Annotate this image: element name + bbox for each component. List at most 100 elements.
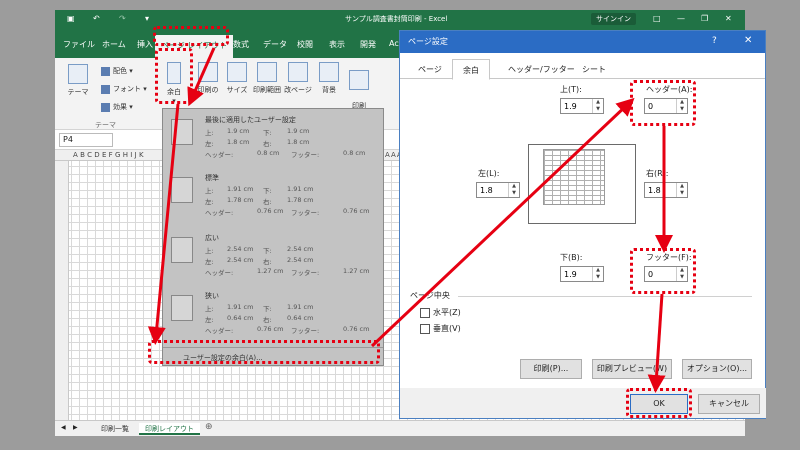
quick-access-icon[interactable]: ▾: [145, 14, 149, 23]
margin-option-normal[interactable]: 標準 上: 1.91 cm 下: 1.91 cm 左: 1.78 cm 右: 1.78 …: [163, 169, 383, 225]
print-area-button[interactable]: 印刷範囲: [251, 62, 283, 95]
tab-sheet[interactable]: シート: [572, 62, 616, 79]
margin-preview-icon: [171, 119, 193, 145]
spinner-arrows[interactable]: ▲ ▼: [508, 183, 519, 197]
footer-margin-input[interactable]: [645, 267, 677, 281]
vertical-checkbox[interactable]: [420, 324, 430, 334]
header-margin-input[interactable]: [645, 99, 677, 113]
close-window-icon[interactable]: ✕: [725, 14, 732, 23]
window-title: サンプル調査書封筒印刷 - Excel: [345, 15, 448, 23]
spinner-arrows[interactable]: ▲ ▼: [592, 267, 603, 281]
tab-margins[interactable]: 余白: [452, 59, 490, 80]
sheet-tab-print-list[interactable]: 印刷一覧: [95, 423, 135, 435]
breaks-icon: [288, 62, 308, 82]
spinner-arrows[interactable]: ▲ ▼: [676, 99, 687, 113]
excel-title-bar: ▣ ↶ ↷ ▾ サンプル調査書封筒印刷 - Excel サインイン □ — ❐ …: [55, 10, 745, 31]
size-button[interactable]: サイズ: [223, 62, 251, 95]
row-headers: [55, 161, 69, 421]
spinner-arrows[interactable]: ▲ ▼: [592, 99, 603, 113]
breaks-button[interactable]: 改ページ: [283, 62, 313, 95]
header-margin-spinner[interactable]: ▲▼: [644, 98, 688, 114]
add-sheet-icon[interactable]: ⊕: [205, 422, 213, 432]
horizontal-label: 水平(Z): [433, 308, 461, 317]
margins-icon: [167, 62, 181, 84]
group-divider: [458, 296, 752, 297]
print-preview-button[interactable]: 印刷プレビュー(W): [592, 359, 672, 379]
left-margin-label: 左(L):: [478, 169, 500, 178]
custom-margins-item[interactable]: ユーザー設定の余白(A)...: [183, 353, 263, 363]
size-icon: [227, 62, 247, 82]
tab-acrobat[interactable]: Ac: [389, 39, 399, 48]
background-icon: [319, 62, 339, 82]
ribbon-options-icon[interactable]: □: [653, 14, 661, 23]
themes-icon: [68, 64, 88, 84]
colors-icon: [101, 66, 110, 76]
orientation-button[interactable]: 印刷の: [193, 62, 223, 95]
dialog-title-bar: ページ設定 ? ✕: [400, 31, 765, 53]
fonts-icon: [101, 84, 110, 94]
save-icon[interactable]: ▣: [67, 14, 75, 23]
maximize-icon[interactable]: ❐: [701, 14, 708, 23]
sheet-tab-print-layout[interactable]: 印刷レイアウト: [139, 423, 200, 435]
margins-button[interactable]: 余白 ▾: [161, 62, 187, 105]
signin-button[interactable]: サインイン: [591, 13, 636, 25]
right-margin-label: 右(R):: [646, 169, 669, 178]
background-button[interactable]: 背景: [317, 62, 341, 95]
center-on-page-label: ページ中央: [410, 291, 450, 300]
footer-margin-spinner[interactable]: ▲▼: [644, 266, 688, 282]
page-preview-table: [543, 149, 605, 205]
margin-option-last-custom[interactable]: 最後に適用したユーザー設定 上: 1.9 cm 下: 1.9 cm 左: 1.8 cm…: [163, 111, 383, 167]
sheet-next-icon[interactable]: ▶: [73, 424, 78, 431]
theme-group-label: テーマ: [95, 121, 116, 129]
tab-review[interactable]: 校閲: [297, 39, 313, 50]
top-margin-spinner[interactable]: ▲▼: [560, 98, 604, 114]
bottom-margin-input[interactable]: [561, 267, 593, 281]
horizontal-checkbox[interactable]: [420, 308, 430, 318]
help-icon[interactable]: ?: [712, 36, 717, 46]
menu-divider: [163, 347, 383, 348]
vertical-label: 垂直(V): [433, 324, 461, 333]
margin-option-narrow[interactable]: 狭い 上: 1.91 cm 下: 1.91 cm 左: 0.64 cm 右: 0.64 …: [163, 287, 383, 343]
right-margin-spinner[interactable]: ▲▼: [644, 182, 688, 198]
themes-button[interactable]: テーマ: [63, 64, 93, 97]
minimize-icon[interactable]: —: [677, 14, 685, 23]
top-margin-input[interactable]: [561, 99, 593, 113]
effects-button[interactable]: 効果 ▾: [101, 102, 133, 112]
tab-file[interactable]: ファイル: [63, 39, 95, 50]
fonts-button[interactable]: フォント ▾: [101, 84, 147, 94]
tab-data[interactable]: データ: [263, 39, 287, 50]
ok-button[interactable]: OK: [630, 394, 688, 414]
left-margin-spinner[interactable]: ▲▼: [476, 182, 520, 198]
dialog-tabs: ページ 余白 ヘッダー/フッター シート: [400, 59, 765, 80]
tab-page-layout[interactable]: ページ レイアウト: [155, 35, 234, 58]
print-button[interactable]: 印刷(P)...: [520, 359, 582, 379]
tab-view[interactable]: 表示: [329, 39, 345, 50]
tab-insert[interactable]: 挿入: [137, 39, 153, 50]
effects-icon: [101, 102, 110, 112]
sheet-tabs-bar: ◀ ▶ 印刷一覧 印刷レイアウト ⊕: [55, 420, 745, 436]
header-margin-label: ヘッダー(A):: [646, 85, 693, 94]
spinner-arrows[interactable]: ▲ ▼: [676, 183, 687, 197]
tab-home[interactable]: ホーム: [102, 39, 126, 50]
bottom-margin-spinner[interactable]: ▲▼: [560, 266, 604, 282]
print-area-icon: [257, 62, 277, 82]
redo-icon[interactable]: ↷: [119, 14, 126, 23]
cancel-button[interactable]: キャンセル: [698, 394, 760, 414]
tab-page[interactable]: ページ: [408, 62, 452, 79]
options-button[interactable]: オプション(O)...: [682, 359, 752, 379]
colors-button[interactable]: 配色 ▾: [101, 66, 133, 76]
margin-preview-icon: [171, 177, 193, 203]
bottom-margin-label: 下(B):: [560, 253, 583, 262]
sheet-prev-icon[interactable]: ◀: [61, 424, 66, 431]
spinner-arrows[interactable]: ▲ ▼: [676, 267, 687, 281]
name-box[interactable]: P4: [59, 133, 113, 147]
tab-formulas[interactable]: 数式: [233, 39, 249, 50]
right-margin-input[interactable]: [645, 183, 677, 197]
tab-developer[interactable]: 開発: [360, 39, 376, 50]
top-margin-label: 上(T):: [560, 85, 582, 94]
margin-option-wide[interactable]: 広い 上: 2.54 cm 下: 2.54 cm 左: 2.54 cm 右: 2.54 …: [163, 229, 383, 285]
left-margin-input[interactable]: [477, 183, 509, 197]
close-icon[interactable]: ✕: [744, 35, 752, 46]
undo-icon[interactable]: ↶: [93, 14, 100, 23]
dialog-title: ページ設定: [408, 37, 448, 46]
